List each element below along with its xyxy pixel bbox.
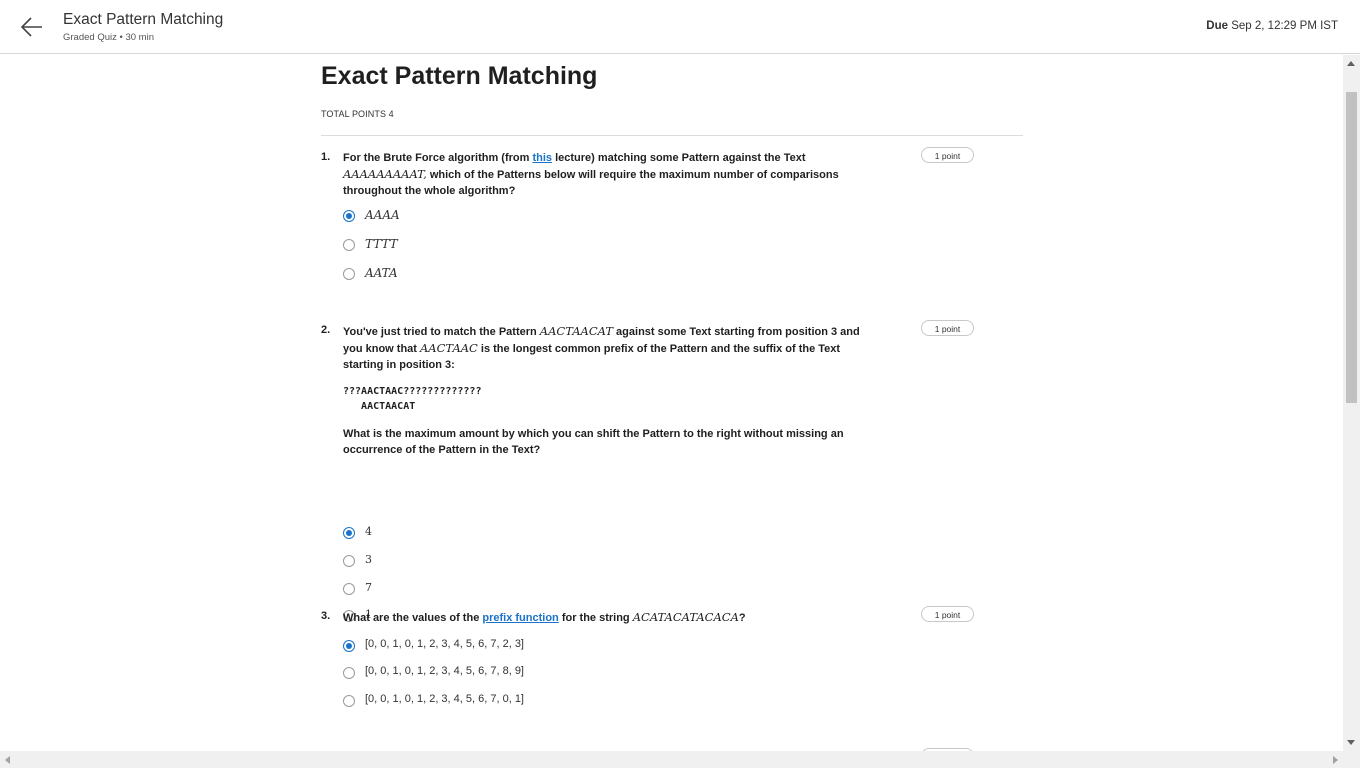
scroll-left-arrow-icon[interactable] <box>5 756 10 764</box>
option-label: TTTT <box>365 237 398 251</box>
total-points: TOTAL POINTS 4 <box>321 109 394 119</box>
question-number: 2. <box>321 324 331 336</box>
top-bar: Exact Pattern Matching Graded Quiz • 30 … <box>0 0 1360 54</box>
radio-button-selected[interactable] <box>343 210 355 222</box>
math-text: AAAAAAAAAT, <box>343 166 427 181</box>
quiz-content: Exact Pattern Matching TOTAL POINTS 4 1.… <box>0 55 1343 751</box>
radio-button[interactable] <box>343 695 355 707</box>
question-text: You've just tried to match the Pattern A… <box>343 324 863 373</box>
header-title-block: Exact Pattern Matching Graded Quiz • 30 … <box>63 10 223 43</box>
due-label: Due <box>1206 20 1229 32</box>
option-label: [0, 0, 1, 0, 1, 2, 3, 4, 5, 6, 7, 0, 1] <box>365 693 524 705</box>
due-value: Sep 2, 12:29 PM IST <box>1231 20 1338 32</box>
prefix-function-link[interactable]: prefix function <box>482 612 558 624</box>
question-text-part: lecture) matching some Pattern against t… <box>552 152 806 164</box>
header-subtitle: Graded Quiz • 30 min <box>63 32 154 43</box>
option-label: [0, 0, 1, 0, 1, 2, 3, 4, 5, 6, 7, 2, 3] <box>365 638 524 650</box>
option-label: 7 <box>365 581 372 594</box>
code-line: ???AACTAAC????????????? <box>343 386 482 397</box>
math-text: AACTAACAT <box>539 324 613 338</box>
radio-button[interactable] <box>343 555 355 567</box>
option-label: 3 <box>365 553 372 566</box>
page-title: Exact Pattern Matching <box>321 62 598 90</box>
due-date: Due Sep 2, 12:29 PM IST <box>1206 20 1338 32</box>
question-number: 3. <box>321 610 331 622</box>
question-text: For the Brute Force algorithm (from this… <box>343 151 863 199</box>
option-label: [0, 0, 1, 0, 1, 2, 3, 4, 5, 6, 7, 8, 9] <box>365 665 524 677</box>
question-text-part: You've just tried to match the Pattern <box>343 326 540 338</box>
question-text-part: What are the values of the <box>343 612 483 624</box>
radio-button[interactable] <box>343 667 355 679</box>
back-arrow-icon[interactable] <box>20 14 44 40</box>
scrollbar-thumb[interactable] <box>1346 92 1357 403</box>
radio-button[interactable] <box>343 239 355 251</box>
option-label: AAAA <box>365 208 400 222</box>
points-badge: 1 point <box>921 147 974 163</box>
question-followup: What is the maximum amount by which you … <box>343 428 844 456</box>
scroll-down-arrow-icon[interactable] <box>1347 740 1355 745</box>
question-text: What are the values of the prefix functi… <box>343 610 903 627</box>
vertical-scrollbar[interactable] <box>1343 55 1360 751</box>
scroll-right-arrow-icon[interactable] <box>1333 756 1338 764</box>
radio-button[interactable] <box>343 583 355 595</box>
question-text-part: For the Brute Force algorithm (from <box>343 152 533 164</box>
question-text-part: for the string <box>558 612 633 624</box>
radio-button-selected[interactable] <box>343 527 355 539</box>
horizontal-scrollbar[interactable] <box>0 751 1360 768</box>
math-text: AACTAAC <box>420 340 478 355</box>
radio-button-selected[interactable] <box>343 640 355 652</box>
lecture-link[interactable]: this <box>532 152 552 164</box>
math-text: ACATACATACACA <box>632 610 739 624</box>
question-number: 1. <box>321 151 331 163</box>
points-badge: 1 point <box>921 320 974 336</box>
question-text-part: ? <box>738 612 746 624</box>
option-label: 4 <box>365 525 372 538</box>
points-badge: 1 point <box>921 606 974 622</box>
divider <box>321 135 1023 136</box>
code-line: AACTAACAT <box>343 401 416 412</box>
header-title: Exact Pattern Matching <box>63 11 224 28</box>
scroll-up-arrow-icon[interactable] <box>1347 61 1355 66</box>
radio-button[interactable] <box>343 268 355 280</box>
option-label: AATA <box>365 266 398 280</box>
